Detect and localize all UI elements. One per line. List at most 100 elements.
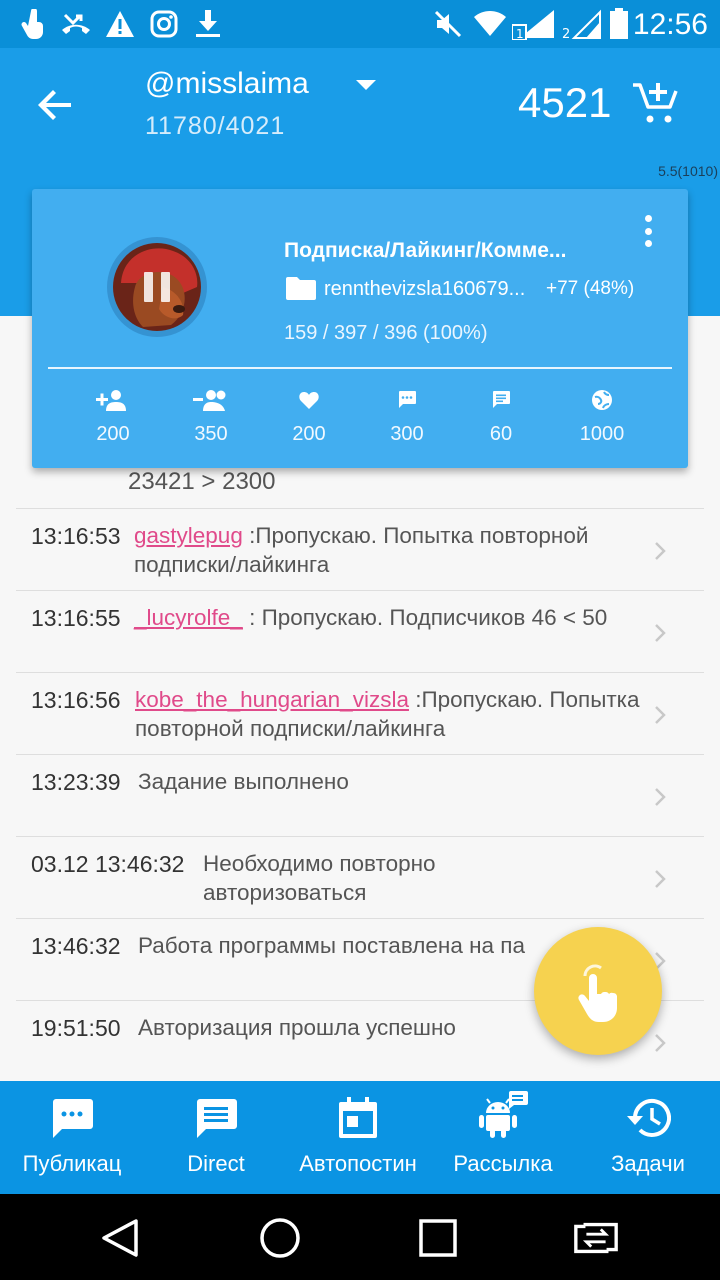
balance: 4521 [518, 79, 612, 126]
stat-comment: 300 [357, 387, 457, 446]
log-username[interactable]: _lucyrolfe_ [134, 605, 243, 630]
chevron-right-icon [652, 867, 668, 891]
stat-value: 200 [96, 423, 130, 445]
stat-value: 200 [292, 423, 326, 445]
add-to-cart-button[interactable] [630, 78, 680, 128]
log-message: Задание выполнено [138, 769, 349, 794]
screen-switch-icon [574, 1222, 618, 1254]
log-username[interactable]: kobe_the_hungarian_vizsla [135, 687, 409, 712]
avatar-frame[interactable] [107, 237, 207, 337]
back-button[interactable] [30, 80, 80, 130]
log-time: 13:16:55 [31, 605, 121, 631]
avatar [113, 243, 201, 331]
nav-label: Автопостин [299, 1151, 417, 1176]
svg-text:1: 1 [516, 27, 524, 40]
more-vert-button[interactable] [636, 211, 660, 251]
log-message: _lucyrolfe_ : Пропускаю. Подписчиков 46 … [134, 603, 634, 632]
stat-global: 1000 [552, 387, 652, 446]
log-time: 13:23:39 [31, 769, 121, 795]
stat-follow: 200 [63, 387, 163, 446]
folder-name: rennthevizsla160679... [324, 278, 526, 300]
nav-autoposting[interactable]: Автопостин [286, 1081, 430, 1194]
log-time: 13:16:53 [31, 523, 121, 549]
triangle-back-icon [102, 1219, 138, 1257]
version-label: 5.5(1010) [658, 163, 718, 179]
nav-tasks[interactable]: Задачи [576, 1081, 720, 1194]
comment-icon [357, 387, 457, 413]
wifi-icon [474, 8, 506, 40]
stat-unfollow: 350 [161, 387, 261, 446]
chevron-right-icon [652, 621, 668, 645]
touch-icon [18, 8, 50, 40]
nav-label: Задачи [611, 1151, 685, 1176]
circle-home-icon [260, 1218, 300, 1258]
log-time: 13:16:56 [31, 687, 121, 713]
square-recents-icon [419, 1219, 457, 1257]
account-stats: 11780/4021 [145, 112, 286, 140]
chevron-right-icon [652, 785, 668, 809]
like-icon [259, 387, 359, 413]
stat-like: 200 [259, 387, 359, 446]
log-message: kobe_the_hungarian_vizsla :Пропускаю. По… [135, 685, 645, 743]
stat-message: 60 [451, 387, 551, 446]
log-text: : Пропускаю. Подписчиков 46 < 50 [242, 605, 608, 630]
pause-icon[interactable] [141, 271, 173, 303]
tap-hand-icon [578, 964, 617, 1022]
instagram-icon [148, 8, 180, 40]
log-row[interactable]: 13:23:39 Задание выполнено [16, 754, 704, 836]
arrow-back-icon [38, 90, 71, 120]
chevron-right-icon [652, 539, 668, 563]
stat-value: 1000 [579, 423, 625, 445]
cart-add-icon [633, 83, 678, 123]
log-row[interactable]: 13:16:56 kobe_the_hungarian_vizsla :Проп… [16, 672, 704, 754]
nav-publications[interactable]: Публикац [0, 1081, 144, 1194]
touch-action-button[interactable] [534, 927, 662, 1055]
account-name[interactable]: @misslaima [145, 66, 309, 102]
download-icon [192, 8, 224, 40]
account-dropdown-button[interactable] [350, 74, 382, 98]
log-time: 19:51:50 [31, 1015, 121, 1041]
log-row[interactable]: 13:16:53 gastylepug :Пропускаю. Попытка … [16, 508, 704, 590]
chevron-right-icon [652, 703, 668, 727]
message-icon [451, 387, 551, 413]
log-row[interactable]: 03.12 13:46:32 Необходимо повторно автор… [16, 836, 704, 918]
nav-mailing[interactable]: Рассылка [431, 1081, 575, 1194]
log-row[interactable]: 13:16:55 _lucyrolfe_ : Пропускаю. Подпис… [16, 590, 704, 672]
global-icon [552, 387, 652, 413]
unfollow-icon [161, 387, 261, 413]
nav-direct[interactable]: Direct [144, 1081, 288, 1194]
bottom-navigation: Публикац Direct Автопостин Рассылка Зада… [0, 1081, 720, 1194]
task-card[interactable]: Подписка/Лайкинг/Комме... rennthevizsla1… [32, 189, 688, 468]
log-username[interactable]: gastylepug [134, 523, 243, 548]
system-recents-button[interactable] [414, 1214, 462, 1262]
folder-delta: +77 (48%) [546, 278, 635, 299]
system-navigation-bar [0, 1194, 720, 1280]
message-lines-icon [144, 1081, 288, 1141]
log-message: gastylepug :Пропускаю. Попытка повторной… [134, 521, 634, 579]
warning-icon [104, 8, 136, 40]
system-switch-button[interactable] [572, 1214, 620, 1262]
history-icon [576, 1081, 720, 1141]
calendar-icon [286, 1081, 430, 1141]
system-back-button[interactable] [96, 1214, 144, 1262]
battery-icon [606, 8, 632, 40]
nav-label: Рассылка [453, 1151, 553, 1176]
task-title: Подписка/Лайкинг/Комме... [284, 239, 567, 262]
android-message-icon [431, 1081, 575, 1141]
log-time: 03.12 13:46:32 [31, 851, 185, 877]
log-message: Необходимо повторно авторизоваться [203, 851, 436, 905]
clock: 12:56 [632, 8, 708, 41]
system-home-button[interactable] [256, 1214, 304, 1262]
chevron-right-icon [652, 1031, 668, 1055]
signal-sim1-icon: 1 [512, 8, 556, 40]
stat-value: 300 [390, 423, 424, 445]
folder-icon [285, 275, 317, 301]
stat-value: 60 [489, 423, 513, 445]
chat-dots-icon [0, 1081, 144, 1141]
follow-icon [63, 387, 163, 413]
status-bar: 1 2 12:56 [0, 0, 720, 48]
task-progress: 159 / 397 / 396 (100%) [284, 322, 488, 344]
stat-value: 350 [194, 423, 228, 445]
log-time: 13:46:32 [31, 933, 121, 959]
mute-icon [432, 8, 464, 40]
